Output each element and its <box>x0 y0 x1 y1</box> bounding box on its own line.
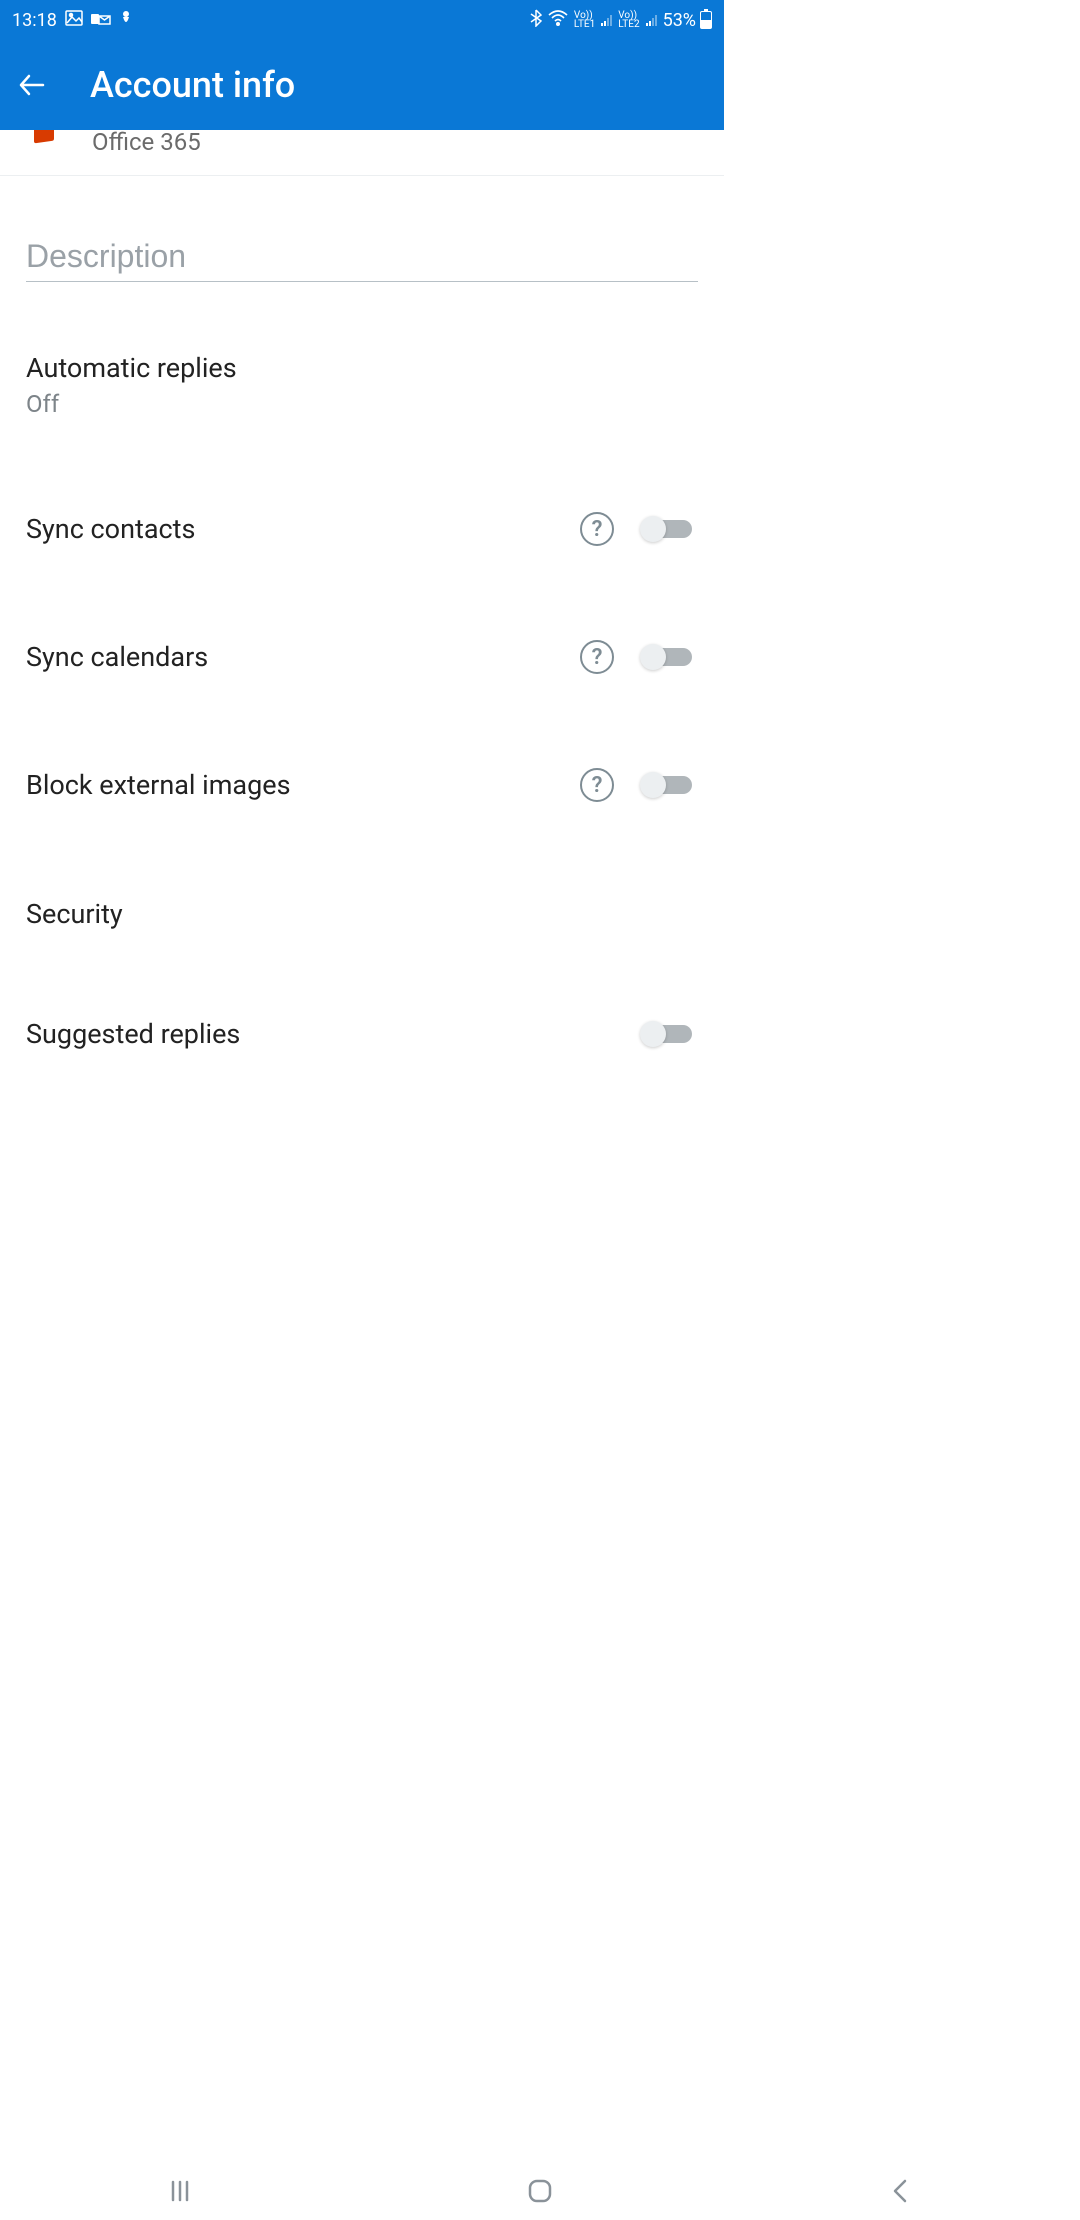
help-icon[interactable]: ? <box>580 512 614 546</box>
app-bar: Account info <box>0 40 724 130</box>
suggested-replies-row: Suggested replies <box>26 1018 698 1050</box>
sync-calendars-toggle[interactable] <box>642 648 692 666</box>
sync-calendars-label: Sync calendars <box>26 641 580 673</box>
system-nav-bar <box>0 2162 1080 2220</box>
suggested-replies-label: Suggested replies <box>26 1018 642 1050</box>
block-external-images-toggle[interactable] <box>642 776 692 794</box>
account-row[interactable]: Office 365 <box>0 130 724 176</box>
signal1-icon <box>601 14 612 26</box>
status-bar: 13:18 Vo))LTE1 Vo))LTE2 53% <box>0 0 724 40</box>
bluetooth-icon <box>530 9 542 32</box>
help-icon[interactable]: ? <box>580 640 614 674</box>
sync-contacts-row: Sync contacts ? <box>26 512 698 546</box>
battery-icon <box>700 11 712 29</box>
office-icon <box>26 130 62 150</box>
signal2-icon <box>646 14 657 26</box>
location-icon <box>119 9 133 32</box>
battery-indicator: 53% <box>663 10 712 31</box>
lte1-indicator: Vo))LTE1 <box>574 11 595 29</box>
automatic-replies-row[interactable]: Automatic replies Off <box>26 352 698 418</box>
home-button[interactable] <box>520 2171 560 2211</box>
page-title: Account info <box>90 64 295 106</box>
automatic-replies-label: Automatic replies <box>26 352 698 384</box>
help-icon[interactable]: ? <box>580 768 614 802</box>
nav-back-button[interactable] <box>880 2171 920 2211</box>
wifi-icon <box>548 10 568 31</box>
sync-calendars-row: Sync calendars ? <box>26 640 698 674</box>
status-time: 13:18 <box>12 10 57 31</box>
suggested-replies-toggle[interactable] <box>642 1025 692 1043</box>
block-external-images-row: Block external images ? <box>26 768 698 802</box>
account-type-label: Office 365 <box>92 130 201 156</box>
description-field-wrap <box>26 238 698 282</box>
sync-contacts-toggle[interactable] <box>642 520 692 538</box>
description-input[interactable] <box>26 238 698 275</box>
security-label: Security <box>26 898 698 930</box>
sync-contacts-label: Sync contacts <box>26 513 580 545</box>
recents-button[interactable] <box>160 2171 200 2211</box>
back-button[interactable] <box>14 67 50 103</box>
automatic-replies-status: Off <box>26 390 698 418</box>
security-row[interactable]: Security <box>26 898 698 930</box>
outlook-icon <box>91 10 111 31</box>
block-external-images-label: Block external images <box>26 769 580 801</box>
lte2-indicator: Vo))LTE2 <box>618 11 639 29</box>
picture-icon <box>65 10 83 31</box>
